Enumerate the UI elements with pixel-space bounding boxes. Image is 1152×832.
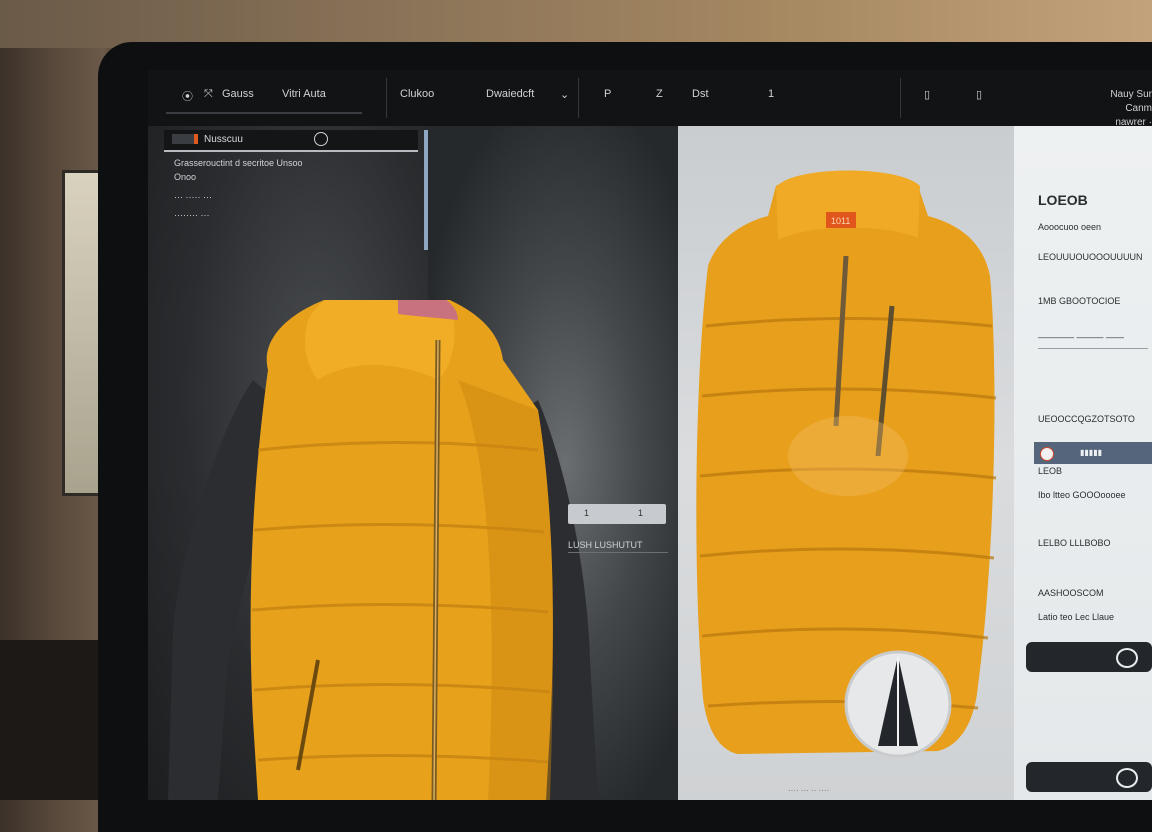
left-panel-title: Nusscuu bbox=[204, 134, 243, 145]
control-value[interactable]: 1 bbox=[584, 508, 589, 518]
accent-bar-label: ▮▮▮▮▮ bbox=[1080, 448, 1103, 457]
menu-item-dwaiedcft[interactable]: Dwaiedcft bbox=[486, 88, 534, 100]
panel-badge-accent bbox=[194, 134, 198, 144]
tool-one[interactable]: 1 bbox=[768, 88, 774, 100]
tool-z[interactable]: Z bbox=[656, 88, 663, 100]
globe-icon bbox=[1116, 648, 1138, 668]
menu-underline bbox=[166, 112, 362, 114]
info-line: LEOUUUOUOOOUUUUN bbox=[1038, 252, 1143, 262]
info-subheading: Aooocuoo oeen bbox=[1038, 222, 1102, 232]
viewport-control[interactable]: 1 1 bbox=[568, 504, 666, 524]
globe-icon bbox=[1116, 768, 1138, 788]
settings-icon[interactable] bbox=[314, 132, 328, 146]
info-line: UEOOCCQGZOTSOTO bbox=[1038, 414, 1135, 424]
menu-item-view[interactable]: Vitri Auta bbox=[282, 88, 326, 100]
viewport-label: LUSH LUSHUTUT bbox=[568, 540, 668, 553]
panel-badge bbox=[172, 134, 194, 144]
toolbar-divider bbox=[900, 78, 901, 118]
toolbar-right-line[interactable]: Nauy Sur bbox=[1012, 88, 1152, 102]
product-footer: ···· ··· ·· ···· bbox=[788, 786, 830, 795]
left-panel-line: Onoo bbox=[174, 172, 197, 182]
product-vest-image: 1011 bbox=[696, 170, 997, 758]
accent-bar[interactable]: ▮▮▮▮▮ bbox=[1034, 442, 1152, 464]
left-panel-header: Nusscuu bbox=[164, 130, 418, 152]
info-divider bbox=[1038, 348, 1148, 349]
info-line: 1MB GBOOTOCIOE bbox=[1038, 296, 1121, 306]
product-view: 1011 bbox=[678, 126, 1014, 800]
left-panel-line: Grasserouctint d secritoe Unsoo bbox=[174, 158, 303, 168]
control-value[interactable]: 1 bbox=[638, 508, 643, 518]
toolbar-right-line[interactable]: Canm bbox=[1012, 102, 1152, 116]
pin-icon[interactable]: ⦿ bbox=[182, 88, 193, 104]
tool-dst[interactable]: Dst bbox=[692, 88, 709, 100]
tool-p[interactable]: P bbox=[604, 88, 611, 100]
record-icon[interactable] bbox=[1040, 447, 1054, 461]
brand-tag-text: 1011 bbox=[831, 216, 850, 226]
info-line: LEOB bbox=[1038, 466, 1063, 476]
chevron-icon[interactable]: ⌄ bbox=[560, 88, 569, 101]
primary-button[interactable] bbox=[1026, 642, 1152, 672]
info-line: Latio teo Lec Llaue bbox=[1038, 612, 1115, 622]
left-panel-line: ········ ··· bbox=[174, 210, 210, 220]
secondary-button[interactable] bbox=[1026, 762, 1152, 792]
mannequin-vest-image bbox=[168, 300, 598, 800]
tool-icon-a[interactable]: ▯ bbox=[924, 88, 930, 101]
toolbar-divider bbox=[386, 78, 387, 118]
left-panel-line: ··· ····· ··· bbox=[174, 192, 212, 202]
wall bbox=[0, 0, 1152, 48]
info-line: AASHOOSCOM bbox=[1038, 588, 1104, 598]
top-toolbar: ⦿ ⤧ Gauss Vitri Auta Clukoo Dwaiedcft ⌄ … bbox=[148, 70, 1152, 130]
info-line: LELBO LLLBOBO bbox=[1038, 538, 1111, 548]
toolbar-right: Nauy Sur Canm nawrer · bbox=[1012, 88, 1152, 130]
info-line: ———— ——— —— bbox=[1038, 332, 1125, 342]
arrows-icon[interactable]: ⤧ bbox=[204, 88, 213, 101]
tool-icon-b[interactable]: ▯ bbox=[976, 88, 982, 101]
menu-item-gauss[interactable]: Gauss bbox=[222, 88, 254, 100]
desk bbox=[0, 640, 110, 800]
info-heading: LOEOB bbox=[1038, 192, 1088, 208]
info-sidebar: LOEOB Aooocuoo oeen LEOUUUOUOOOUUUUN 1MB… bbox=[1014, 126, 1152, 800]
info-line: Ibo ltteo GOOOoooee bbox=[1038, 490, 1126, 500]
app-screen: ⦿ ⤧ Gauss Vitri Auta Clukoo Dwaiedcft ⌄ … bbox=[148, 70, 1152, 800]
toolbar-divider bbox=[578, 78, 579, 118]
menu-item-clukoo[interactable]: Clukoo bbox=[400, 88, 434, 100]
